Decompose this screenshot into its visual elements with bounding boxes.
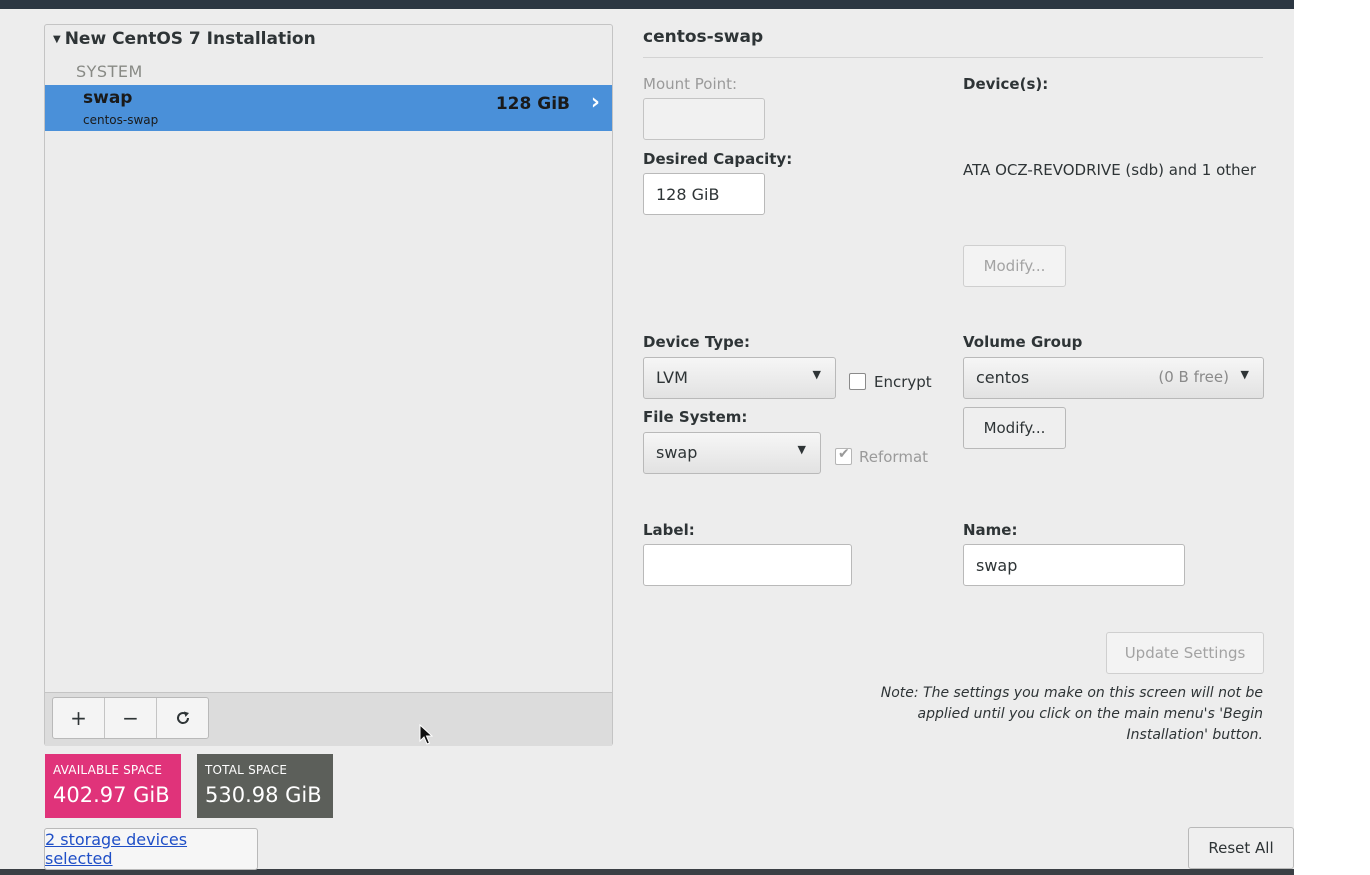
dropdown-arrow-icon: ▼ xyxy=(1240,368,1249,381)
storage-devices-link-text[interactable]: 2 storage devices selected xyxy=(45,830,257,868)
top-bar xyxy=(0,0,1294,9)
name-label: Name: xyxy=(963,521,1018,539)
mount-point-field xyxy=(643,98,765,140)
update-settings-button[interactable]: Update Settings xyxy=(1106,632,1264,674)
encrypt-checkbox[interactable] xyxy=(849,373,866,390)
volume-group-label: Volume Group xyxy=(963,333,1083,351)
mount-point-size: 128 GiB xyxy=(495,94,570,114)
dropdown-arrow-icon: ▼ xyxy=(812,368,821,381)
label-label: Label: xyxy=(643,521,695,539)
mouse-cursor-icon xyxy=(419,724,433,745)
devices-value: ATA OCZ-REVODRIVE (sdb) and 1 other xyxy=(963,161,1257,179)
toolbar-button-group: + − xyxy=(52,697,209,739)
refresh-button[interactable] xyxy=(157,698,208,738)
installation-tree-header[interactable]: ▼ New CentOS 7 Installation xyxy=(53,29,316,49)
label-field[interactable] xyxy=(643,544,852,586)
storage-devices-link[interactable]: 2 storage devices selected xyxy=(44,828,258,870)
desired-capacity-label: Desired Capacity: xyxy=(643,150,793,168)
refresh-icon xyxy=(176,711,189,724)
device-type-label: Device Type: xyxy=(643,333,750,351)
devices-label: Device(s): xyxy=(963,75,1049,93)
available-space-label: AVAILABLE SPACE xyxy=(53,763,163,777)
reformat-checkbox[interactable]: ✔ xyxy=(835,446,852,465)
remove-mount-point-button[interactable]: − xyxy=(105,698,157,738)
file-system-label: File System: xyxy=(643,408,748,426)
volume-group-value: centos xyxy=(976,368,1030,387)
checkmark-icon: ✔ xyxy=(838,446,850,462)
total-space-label: TOTAL SPACE xyxy=(205,763,288,777)
add-mount-point-button[interactable]: + xyxy=(53,698,105,738)
mount-point-row-swap[interactable]: swap centos-swap 128 GiB › xyxy=(45,85,612,131)
name-field[interactable]: swap xyxy=(963,544,1185,586)
modify-volume-group-button[interactable]: Modify... xyxy=(963,407,1066,449)
title-separator xyxy=(643,57,1263,58)
installation-title: New CentOS 7 Installation xyxy=(64,29,316,49)
expander-triangle-icon[interactable]: ▼ xyxy=(53,34,61,45)
modify-devices-button[interactable]: Modify... xyxy=(963,245,1066,287)
mount-toolbar: + − xyxy=(45,692,612,746)
mount-point-name: swap xyxy=(83,88,133,108)
settings-note: Note: The settings you make on this scre… xyxy=(880,685,1263,743)
volume-group-dropdown[interactable]: centos (0 B free) ▼ xyxy=(963,357,1264,399)
total-space-box: TOTAL SPACE 530.98 GiB xyxy=(197,754,333,818)
available-space-value: 402.97 GiB xyxy=(53,783,170,807)
device-type-dropdown[interactable]: LVM ▼ xyxy=(643,357,836,399)
selected-device-title: centos-swap xyxy=(643,27,764,47)
desired-capacity-field[interactable]: 128 GiB xyxy=(643,173,765,215)
volume-group-free-space: (0 B free) xyxy=(1158,368,1229,386)
mount-point-device: centos-swap xyxy=(83,113,159,127)
reformat-label[interactable]: Reformat xyxy=(859,448,928,466)
reset-all-button[interactable]: Reset All xyxy=(1188,827,1294,869)
file-system-value: swap xyxy=(656,443,698,462)
file-system-dropdown[interactable]: swap ▼ xyxy=(643,432,821,474)
available-space-box: AVAILABLE SPACE 402.97 GiB xyxy=(45,754,181,818)
device-type-value: LVM xyxy=(656,368,688,387)
chevron-right-icon: › xyxy=(590,90,600,115)
total-space-value: 530.98 GiB xyxy=(205,783,322,807)
section-system-label: SYSTEM xyxy=(76,62,143,81)
mount-point-label: Mount Point: xyxy=(643,75,738,93)
mount-point-panel: ▼ New CentOS 7 Installation SYSTEM swap c… xyxy=(44,24,613,746)
encrypt-label[interactable]: Encrypt xyxy=(874,373,932,391)
dropdown-arrow-icon: ▼ xyxy=(797,443,806,456)
